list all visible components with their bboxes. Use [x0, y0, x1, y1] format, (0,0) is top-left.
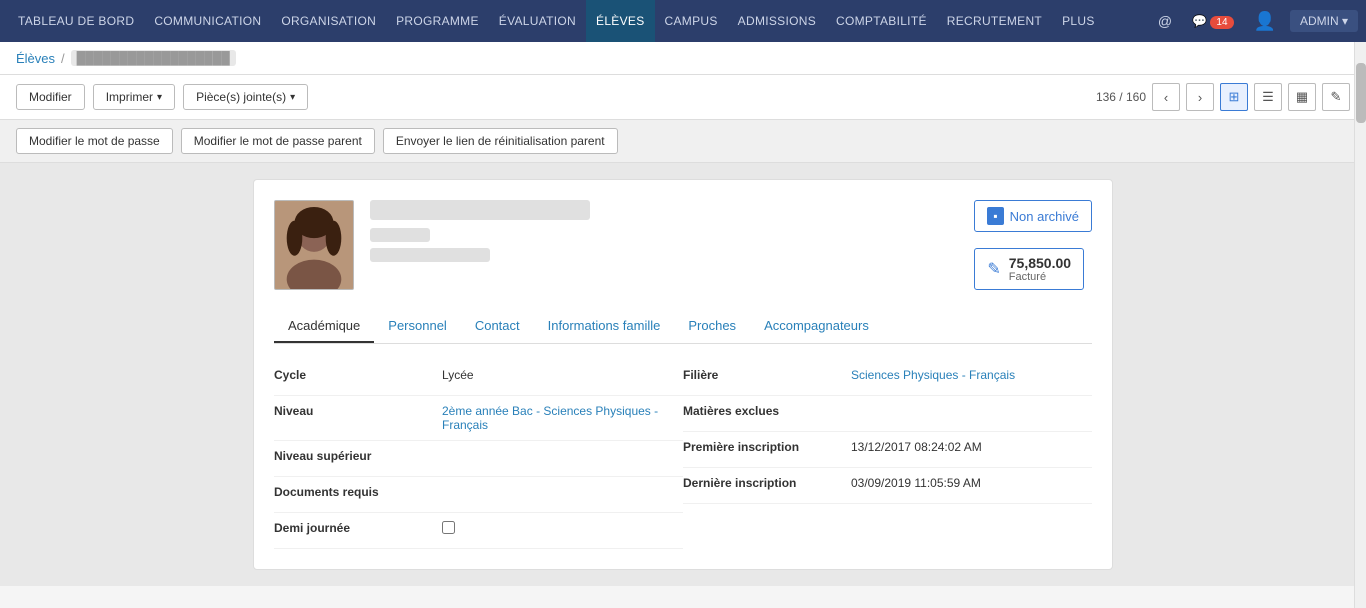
detail-cycle: Cycle Lycée: [274, 360, 683, 396]
detail-matieres-exclues: Matières exclues: [683, 396, 1092, 432]
archive-label: Non archivé: [1010, 209, 1079, 224]
envoyer-lien-reinitialisation-button[interactable]: Envoyer le lien de réinitialisation pare…: [383, 128, 618, 154]
nav-organisation[interactable]: ORGANISATION: [271, 0, 386, 42]
view-edit-button[interactable]: ✎: [1322, 83, 1350, 111]
student-header: ▪ Non archivé ✎ 75,850.00 Facturé: [274, 200, 1092, 290]
tabs: Académique Personnel Contact Information…: [274, 310, 1092, 344]
pager-prev-button[interactable]: ‹: [1152, 83, 1180, 111]
niveau-superieur-value: [434, 441, 683, 457]
detail-documents-requis: Documents requis: [274, 477, 683, 513]
billing-label: Facturé: [1009, 271, 1071, 283]
breadcrumb: Élèves / ██████████████████: [0, 42, 1366, 75]
main-content: ▪ Non archivé ✎ 75,850.00 Facturé Académ…: [0, 163, 1366, 586]
filiere-label: Filière: [683, 360, 843, 390]
nav-comptabilite[interactable]: COMPTABILITÉ: [826, 0, 937, 42]
student-name: [370, 200, 590, 220]
niveau-superieur-label: Niveau supérieur: [274, 441, 434, 471]
academic-right: Filière Sciences Physiques - Français Ma…: [683, 360, 1092, 549]
breadcrumb-parent[interactable]: Élèves: [16, 51, 55, 66]
nav-evaluation[interactable]: ÉVALUATION: [489, 0, 586, 42]
detail-premiere-inscription: Première inscription 13/12/2017 08:24:02…: [683, 432, 1092, 468]
nav-programme[interactable]: PROGRAMME: [386, 0, 489, 42]
detail-filiere: Filière Sciences Physiques - Français: [683, 360, 1092, 396]
nav-communication[interactable]: COMMUNICATION: [144, 0, 271, 42]
billing-info: 75,850.00 Facturé: [1009, 255, 1071, 283]
nav-recrutement[interactable]: RECRUTEMENT: [937, 0, 1052, 42]
pieces-jointes-button[interactable]: Pièce(s) jointe(s) ▾: [183, 84, 308, 110]
billing-edit-icon: ✎: [987, 259, 1000, 279]
student-header-right: ▪ Non archivé ✎ 75,850.00 Facturé: [974, 200, 1092, 290]
niveau-value: 2ème année Bac - Sciences Physiques - Fr…: [434, 396, 683, 440]
derniere-inscription-label: Dernière inscription: [683, 468, 843, 498]
documents-requis-label: Documents requis: [274, 477, 434, 507]
demi-journee-checkbox[interactable]: [442, 521, 455, 534]
scrollbar[interactable]: [1354, 42, 1366, 608]
academic-details: Cycle Lycée Niveau 2ème année Bac - Scie…: [274, 360, 1092, 549]
niveau-label: Niveau: [274, 396, 434, 426]
avatar: [274, 200, 354, 290]
tab-informations-famille[interactable]: Informations famille: [534, 310, 675, 343]
billing-badge[interactable]: ✎ 75,850.00 Facturé: [974, 248, 1084, 290]
cycle-value: Lycée: [434, 360, 683, 390]
pager-info: 136 / 160: [1096, 90, 1146, 104]
navbar: TABLEAU DE BORD COMMUNICATION ORGANISATI…: [0, 0, 1366, 42]
niveau-link[interactable]: 2ème année Bac - Sciences Physiques - Fr…: [442, 404, 658, 432]
derniere-inscription-value: 03/09/2019 11:05:59 AM: [843, 468, 1092, 498]
academic-left: Cycle Lycée Niveau 2ème année Bac - Scie…: [274, 360, 683, 549]
demi-journee-label: Demi journée: [274, 513, 434, 543]
archive-icon: ▪: [987, 207, 1003, 225]
detail-demi-journee: Demi journée: [274, 513, 683, 549]
nav-campus[interactable]: CAMPUS: [655, 0, 728, 42]
filiere-link[interactable]: Sciences Physiques - Français: [851, 368, 1015, 382]
view-chart-button[interactable]: ▦: [1288, 83, 1316, 111]
breadcrumb-current: ██████████████████: [71, 50, 236, 66]
messages-badge: 14: [1210, 16, 1233, 29]
cycle-label: Cycle: [274, 360, 434, 390]
documents-requis-value: [434, 477, 683, 493]
detail-niveau-superieur: Niveau supérieur: [274, 441, 683, 477]
tab-academique[interactable]: Académique: [274, 310, 374, 343]
student-id: [370, 228, 430, 242]
navbar-right: @ 💬 14 👤 ADMIN ▾: [1152, 7, 1358, 36]
modifier-mot-de-passe-parent-button[interactable]: Modifier le mot de passe parent: [181, 128, 375, 154]
detail-niveau: Niveau 2ème année Bac - Sciences Physiqu…: [274, 396, 683, 441]
avatar-icon: 👤: [1248, 7, 1282, 36]
email-icon[interactable]: @: [1152, 9, 1178, 33]
tab-accompagnateurs[interactable]: Accompagnateurs: [750, 310, 883, 343]
messages-icon[interactable]: 💬 14: [1186, 10, 1239, 32]
view-grid-button[interactable]: ⊞: [1220, 83, 1248, 111]
modifier-button[interactable]: Modifier: [16, 84, 85, 110]
premiere-inscription-label: Première inscription: [683, 432, 843, 462]
modifier-mot-de-passe-button[interactable]: Modifier le mot de passe: [16, 128, 173, 154]
admin-menu[interactable]: ADMIN ▾: [1290, 10, 1358, 32]
action-bar: Modifier le mot de passe Modifier le mot…: [0, 120, 1366, 163]
scrollbar-thumb[interactable]: [1356, 63, 1366, 123]
demi-journee-value: [434, 513, 683, 545]
toolbar: Modifier Imprimer ▾ Pièce(s) jointe(s) ▾…: [0, 75, 1366, 120]
nav-plus[interactable]: PLUS: [1052, 0, 1105, 42]
nav-admissions[interactable]: ADMISSIONS: [728, 0, 826, 42]
tab-contact[interactable]: Contact: [461, 310, 534, 343]
tab-proches[interactable]: Proches: [674, 310, 750, 343]
student-phone: [370, 248, 490, 262]
matieres-exclues-value: [843, 396, 1092, 412]
imprimer-button[interactable]: Imprimer ▾: [93, 84, 175, 110]
breadcrumb-separator: /: [61, 51, 65, 66]
billing-amount: 75,850.00: [1009, 255, 1071, 271]
nav-tableau-de-bord[interactable]: TABLEAU DE BORD: [8, 0, 144, 42]
pieces-dropdown-icon: ▾: [290, 92, 295, 103]
archive-badge[interactable]: ▪ Non archivé: [974, 200, 1092, 232]
view-list-button[interactable]: ☰: [1254, 83, 1282, 111]
tab-personnel[interactable]: Personnel: [374, 310, 461, 343]
premiere-inscription-value: 13/12/2017 08:24:02 AM: [843, 432, 1092, 462]
matieres-exclues-label: Matières exclues: [683, 396, 843, 426]
student-card: ▪ Non archivé ✎ 75,850.00 Facturé Académ…: [253, 179, 1113, 570]
pager-next-button[interactable]: ›: [1186, 83, 1214, 111]
toolbar-right: 136 / 160 ‹ › ⊞ ☰ ▦ ✎: [1096, 83, 1350, 111]
imprimer-dropdown-icon: ▾: [157, 92, 162, 103]
filiere-value: Sciences Physiques - Français: [843, 360, 1092, 390]
nav-eleves[interactable]: ÉLÈVES: [586, 0, 655, 42]
detail-derniere-inscription: Dernière inscription 03/09/2019 11:05:59…: [683, 468, 1092, 504]
student-info: [370, 200, 958, 262]
